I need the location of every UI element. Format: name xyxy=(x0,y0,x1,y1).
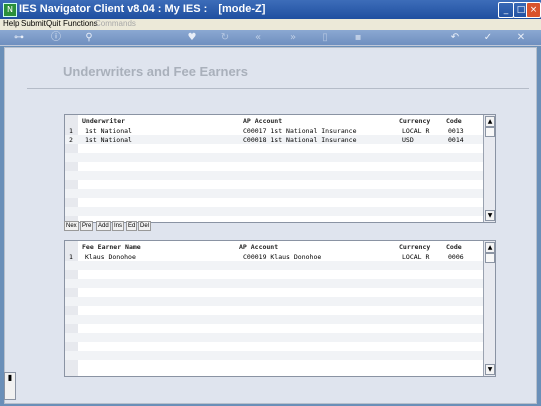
underwriter-cell: 1st National xyxy=(85,127,132,135)
check-icon[interactable]: ✓ xyxy=(482,31,494,44)
empty-row[interactable] xyxy=(65,288,483,297)
heart-icon[interactable]: ♥ xyxy=(186,31,198,44)
ap-account-cell: C00019 Klaus Donohoe xyxy=(243,253,322,261)
empty-row[interactable] xyxy=(65,324,483,333)
fee-earners-grid: Fee Earner Name AP Account Currency Code… xyxy=(64,240,496,377)
menu-submit[interactable]: Submit xyxy=(21,19,46,28)
insert-button[interactable]: Ins xyxy=(112,221,125,231)
ap-account-cell: C00018 1st National Insurance xyxy=(243,136,357,144)
col-header-ap-account: AP Account xyxy=(239,243,279,251)
table-row[interactable]: 1 1st National C00017 1st National Insur… xyxy=(65,126,483,135)
currency-cell: LOCAL R xyxy=(402,253,430,261)
empty-row[interactable] xyxy=(65,306,483,315)
search-icon[interactable]: ⚲ xyxy=(83,31,95,44)
empty-row[interactable] xyxy=(65,342,483,351)
back-icon[interactable]: ↶ xyxy=(449,31,461,44)
menu-functions[interactable]: Functions xyxy=(63,19,98,28)
fee-earner-name-cell: Klaus Donohoe xyxy=(85,253,136,261)
table-row[interactable]: 1 Klaus Donohoe C00019 Klaus Donohoe LOC… xyxy=(65,252,483,261)
empty-row[interactable] xyxy=(65,360,483,369)
scroll-up-icon[interactable]: ▲ xyxy=(485,242,495,253)
menu-bar: Help Submit Quit Functions Commands xyxy=(0,19,541,30)
col-header-currency: Currency xyxy=(399,243,431,251)
empty-row[interactable] xyxy=(65,351,483,360)
ap-account-cell: C00017 1st National Insurance xyxy=(243,127,357,135)
table-row[interactable]: 2 1st National C00018 1st National Insur… xyxy=(65,135,483,144)
col-header-code: Code xyxy=(446,243,462,251)
empty-row[interactable] xyxy=(65,189,483,198)
col-header-underwriter: Underwriter xyxy=(82,117,126,125)
menu-quit[interactable]: Quit xyxy=(46,19,61,28)
row-number: 1 xyxy=(69,253,73,261)
menu-help[interactable]: Help xyxy=(3,19,19,28)
fast-forward-icon[interactable]: » xyxy=(286,31,300,44)
scroll-thumb[interactable] xyxy=(485,253,495,263)
col-header-ap-account: AP Account xyxy=(243,117,283,125)
empty-row[interactable] xyxy=(65,171,483,180)
side-tab-icon: ▮ xyxy=(7,373,13,382)
empty-row[interactable] xyxy=(65,333,483,342)
empty-row[interactable] xyxy=(65,261,483,270)
menu-commands: Commands xyxy=(95,19,136,28)
app-icon: N xyxy=(3,3,17,17)
empty-row[interactable] xyxy=(65,279,483,288)
mode-label: [mode-Z] xyxy=(218,3,266,15)
close-icon[interactable]: ✕ xyxy=(515,31,527,44)
app-title: IES Navigator Client v8.04 : My IES : xyxy=(19,3,208,15)
empty-row[interactable] xyxy=(65,198,483,207)
delete-button[interactable]: Del xyxy=(138,221,152,231)
previous-button[interactable]: Pre xyxy=(80,221,94,231)
side-panel-tab[interactable]: ▮ xyxy=(4,372,16,400)
scroll-down-icon[interactable]: ▼ xyxy=(485,364,495,375)
toolbar: ⊶ ⓘ ⚲ ♥ ↻ « » ▯ ▪ ↶ ✓ ✕ xyxy=(0,30,541,46)
underwriters-grid: Underwriter AP Account Currency Code 1 1… xyxy=(64,114,496,223)
col-header-fee-earner-name: Fee Earner Name xyxy=(82,243,141,251)
fee-earners-scrollbar[interactable]: ▲ ▼ xyxy=(483,241,495,376)
code-cell: 0006 xyxy=(448,253,464,261)
underwriters-scrollbar[interactable]: ▲ ▼ xyxy=(483,115,495,222)
key-icon[interactable]: ⊶ xyxy=(8,31,30,44)
refresh-icon[interactable]: ↻ xyxy=(219,31,231,44)
empty-row[interactable] xyxy=(65,162,483,171)
window-title: IES Navigator Client v8.04 : My IES : [m… xyxy=(19,3,265,15)
close-window-icon[interactable]: × xyxy=(526,2,541,18)
page-title: Underwriters and Fee Earners xyxy=(63,64,248,79)
row-number: 1 xyxy=(69,127,73,135)
empty-row[interactable] xyxy=(65,315,483,324)
rewind-icon[interactable]: « xyxy=(251,31,265,44)
next-button[interactable]: Nex xyxy=(64,221,79,231)
empty-row[interactable] xyxy=(65,297,483,306)
code-cell: 0013 xyxy=(448,127,464,135)
currency-cell: USD xyxy=(402,136,414,144)
app-window: N IES Navigator Client v8.04 : My IES : … xyxy=(0,0,541,406)
scroll-thumb[interactable] xyxy=(485,127,495,137)
empty-row[interactable] xyxy=(65,207,483,216)
col-header-currency: Currency xyxy=(399,117,431,125)
document-icon[interactable]: ▯ xyxy=(319,31,331,44)
minimize-icon[interactable]: _ xyxy=(498,2,514,18)
empty-row[interactable] xyxy=(65,144,483,153)
title-divider xyxy=(27,88,529,89)
col-header-code: Code xyxy=(446,117,462,125)
save-icon[interactable]: ▪ xyxy=(352,31,364,44)
add-button[interactable]: Add xyxy=(96,221,111,231)
scroll-up-icon[interactable]: ▲ xyxy=(485,116,495,127)
main-workspace: Underwriters and Fee Earners Underwriter… xyxy=(4,47,537,404)
scroll-down-icon[interactable]: ▼ xyxy=(485,210,495,221)
currency-cell: LOCAL R xyxy=(402,127,430,135)
code-cell: 0014 xyxy=(448,136,464,144)
edit-button[interactable]: Ed xyxy=(126,221,138,231)
empty-row[interactable] xyxy=(65,270,483,279)
row-number: 2 xyxy=(69,136,73,144)
info-icon[interactable]: ⓘ xyxy=(50,31,62,44)
empty-row[interactable] xyxy=(65,153,483,162)
empty-row[interactable] xyxy=(65,180,483,189)
underwriter-cell: 1st National xyxy=(85,136,132,144)
title-bar: N IES Navigator Client v8.04 : My IES : … xyxy=(0,0,541,19)
